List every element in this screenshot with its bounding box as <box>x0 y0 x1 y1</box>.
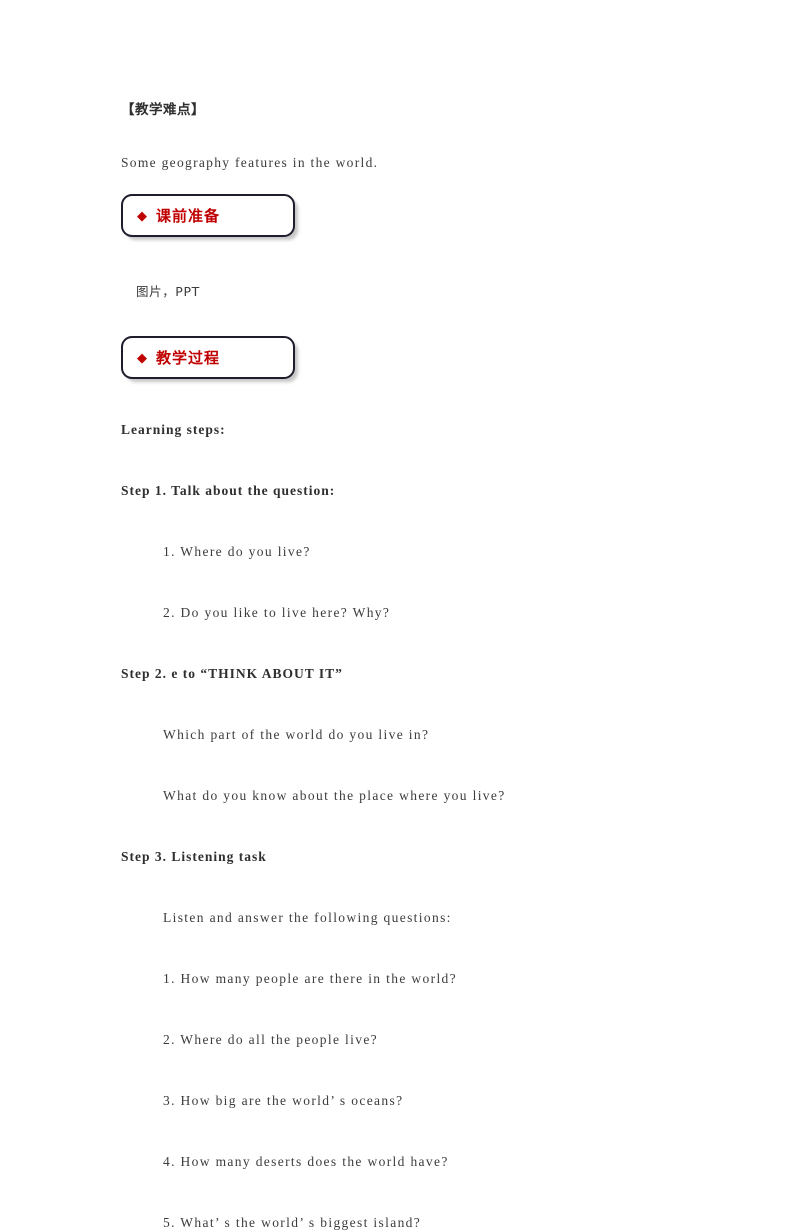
teaching-difficulty-text: Some geography features in the world. <box>121 155 379 171</box>
preparation-note-wrapper: 图片，PPT <box>121 281 200 300</box>
step-3-heading: Step 3. Listening task <box>121 849 267 864</box>
preparation-note: 图片，PPT <box>136 284 200 299</box>
list-item: Which part of the world do you live in? <box>163 727 430 742</box>
learning-steps-title: Learning steps: <box>121 422 226 437</box>
list-item: What do you know about the place where y… <box>163 788 506 803</box>
diamond-icon: ◆ <box>137 208 147 223</box>
section-box-process-wrapper: ◆ 教学过程 <box>121 336 295 379</box>
section-box-process[interactable]: ◆ 教学过程 <box>121 336 295 379</box>
section-heading-teaching-difficulty: 【教学难点】 <box>121 102 205 118</box>
list-item: Listen and answer the following question… <box>163 910 452 925</box>
learning-steps-block: Learning steps: Step 1. Talk about the q… <box>121 422 681 1231</box>
section-box-preparation[interactable]: ◆ 课前准备 <box>121 194 295 237</box>
list-item: 5. What’ s the world’ s biggest island? <box>163 1215 422 1230</box>
list-item: 4. How many deserts does the world have? <box>163 1154 449 1169</box>
step-1-heading: Step 1. Talk about the question: <box>121 483 336 498</box>
document-page: 【教学难点】 Some geography features in the wo… <box>0 0 800 1230</box>
document-content: 【教学难点】 Some geography features in the wo… <box>121 100 681 1230</box>
section-box-process-label: 教学过程 <box>156 349 221 367</box>
section-box-preparation-wrapper: ◆ 课前准备 <box>121 194 295 237</box>
step-2-heading: Step 2. e to “THINK ABOUT IT” <box>121 666 343 681</box>
list-item: 1. How many people are there in the worl… <box>163 971 457 986</box>
section-box-preparation-label: 课前准备 <box>156 207 221 225</box>
list-item: 2. Do you like to live here? Why? <box>163 605 391 620</box>
list-item: 3. How big are the world’ s oceans? <box>163 1093 404 1108</box>
list-item: 2. Where do all the people live? <box>163 1032 379 1047</box>
list-item: 1. Where do you live? <box>163 544 311 559</box>
diamond-icon: ◆ <box>137 350 147 365</box>
